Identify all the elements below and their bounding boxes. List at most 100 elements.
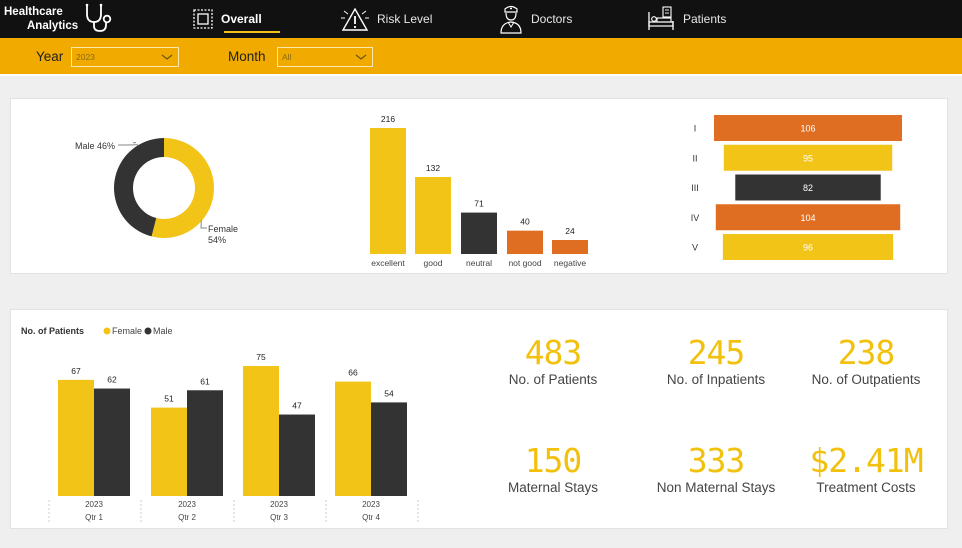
- male-bar: [279, 414, 315, 496]
- male-bar: [371, 402, 407, 496]
- kpi-non-maternal-stays-value: 333: [687, 441, 746, 480]
- month-dropdown-value: All: [282, 52, 292, 62]
- female-bar: [58, 379, 94, 496]
- kpi-maternal-stays: 150 Maternal Stays: [478, 441, 628, 496]
- chevron-down-icon: [355, 54, 367, 60]
- feedback-bar: [507, 230, 543, 254]
- kpi-maternal-stays-label: Maternal Stays: [507, 480, 599, 495]
- bar-value-label: 67: [71, 366, 81, 376]
- tab-patients[interactable]: Patients: [646, 0, 726, 38]
- top-charts-panel: Male 46% Female 54% 216 excellent 132 good 71 n…: [10, 98, 948, 274]
- month-filter-label: Month: [228, 49, 266, 64]
- doctor-icon: [500, 5, 522, 34]
- brand-line2: Analytics: [27, 20, 79, 32]
- kpi-patients-value: 483: [524, 333, 583, 372]
- level-category-label: V: [692, 243, 698, 253]
- patients-by-quarter-chart: No. of Patients Female Male 67 62 2023 Qtr 1 51…: [21, 326, 419, 524]
- feedback-bar: [461, 212, 497, 254]
- male-bar: [187, 390, 223, 496]
- feedback-bar-value: 24: [565, 226, 575, 236]
- kpi-treatment-costs-value: $2.41M: [809, 441, 923, 480]
- feedback-bar: [552, 240, 588, 254]
- donut-leader-female: [200, 220, 207, 229]
- app-brand: Healthcare Analytics: [4, 5, 78, 33]
- level-hbar-chart: 106 I 95 II 82 III 104 IV 96 V: [691, 115, 902, 260]
- stethoscope-icon: [85, 3, 112, 32]
- feedback-bar: [415, 177, 451, 254]
- kpi-outpatients-value: 238: [837, 333, 896, 372]
- kpi-inpatients-label: No. of Inpatients: [666, 372, 766, 387]
- female-bar: [243, 366, 279, 496]
- top-nav-bar: Healthcare Analytics Overall Risk Level: [0, 0, 962, 38]
- level-bar-value: 82: [803, 183, 813, 193]
- legend-marker-female: [103, 327, 111, 335]
- tab-patients-label: Patients: [683, 12, 727, 26]
- tab-doctors-label: Doctors: [531, 12, 573, 26]
- kpi-treatment-costs: $2.41M Treatment Costs: [791, 441, 941, 496]
- tab-risk-level-label: Risk Level: [377, 12, 433, 26]
- donut-label-female: Female: [208, 224, 238, 234]
- bar-value-label: 54: [384, 388, 394, 398]
- x-axis-year-label: 2023: [178, 500, 196, 509]
- month-dropdown[interactable]: All: [277, 47, 373, 67]
- warning-icon: [341, 7, 369, 31]
- kpi-treatment-costs-label: Treatment Costs: [816, 480, 916, 495]
- legend-label-female: Female: [112, 326, 142, 336]
- year-filter-label: Year: [36, 49, 64, 64]
- kpi-outpatients: 238 No. of Outpatients: [791, 333, 941, 388]
- female-bar: [335, 381, 371, 496]
- tab-doctors[interactable]: Doctors: [498, 0, 572, 38]
- legend-marker-male: [144, 327, 152, 335]
- kpi-outpatients-label: No. of Outpatients: [811, 372, 921, 387]
- tab-risk-level[interactable]: Risk Level: [340, 0, 432, 38]
- x-axis-year-label: 2023: [362, 500, 380, 509]
- tab-overall-label: Overall: [221, 12, 262, 26]
- bottom-panel: No. of Patients Female Male 67 62 2023 Qtr 1 51…: [10, 309, 948, 529]
- x-axis-quarter-label: Qtr 2: [178, 513, 196, 522]
- bar-value-label: 51: [164, 394, 174, 404]
- feedback-category-label: not good: [508, 258, 541, 268]
- feedback-category-label: neutral: [466, 258, 492, 268]
- donut-label-male: Male 46%: [75, 141, 115, 151]
- x-axis-year-label: 2023: [270, 500, 288, 509]
- bar-value-label: 75: [256, 352, 266, 362]
- level-category-label: IV: [691, 213, 700, 223]
- patients-chart-svg: No. of Patients Female Male 67 62 2023 Qtr 1 51…: [21, 326, 419, 524]
- kpi-non-maternal-stays: 333 Non Maternal Stays: [641, 441, 791, 496]
- x-axis-quarter-label: Qtr 1: [85, 513, 103, 522]
- bar-value-label: 61: [200, 376, 210, 386]
- bar-value-label: 62: [107, 375, 117, 385]
- x-axis-quarter-label: Qtr 4: [362, 513, 380, 522]
- chevron-down-icon: [161, 54, 173, 60]
- kpi-patients: 483 No. of Patients: [478, 333, 628, 388]
- gender-donut-chart: Male 46% Female54%: [75, 138, 238, 245]
- feedback-bar-value: 216: [381, 114, 395, 124]
- feedback-bar-value: 40: [520, 217, 530, 227]
- dashboard-icon: [193, 9, 213, 29]
- level-category-label: I: [694, 124, 697, 134]
- level-bar-value: 106: [800, 124, 815, 134]
- female-bar: [151, 407, 187, 496]
- donut-label-female-pct: 54%: [208, 235, 226, 245]
- level-bar-value: 104: [800, 213, 815, 223]
- feedback-bar-chart: 216 excellent 132 good 71 neutral 40 not good 24…: [370, 114, 588, 268]
- kpi-inpatients: 245 No. of Inpatients: [641, 333, 791, 388]
- bar-value-label: 66: [348, 368, 358, 378]
- male-bar: [94, 388, 130, 496]
- kpi-non-maternal-stays-label: Non Maternal Stays: [656, 480, 776, 495]
- level-category-label: II: [692, 153, 697, 163]
- feedback-bar-value: 132: [426, 163, 440, 173]
- kpi-inpatients-value: 245: [687, 333, 746, 372]
- feedback-bar-value: 71: [474, 199, 484, 209]
- kpi-maternal-stays-value: 150: [524, 441, 583, 480]
- year-dropdown[interactable]: 2023: [71, 47, 179, 67]
- feedback-bar: [370, 128, 406, 254]
- level-category-label: III: [691, 183, 699, 193]
- bar-value-label: 47: [292, 401, 302, 411]
- patient-bed-icon: [648, 6, 674, 30]
- feedback-category-label: excellent: [371, 258, 405, 268]
- level-bar-value: 95: [803, 153, 813, 163]
- brand-line1: Healthcare: [4, 6, 63, 18]
- legend-label-male: Male: [153, 326, 173, 336]
- filter-bar: Year 2023 Month All: [0, 38, 962, 76]
